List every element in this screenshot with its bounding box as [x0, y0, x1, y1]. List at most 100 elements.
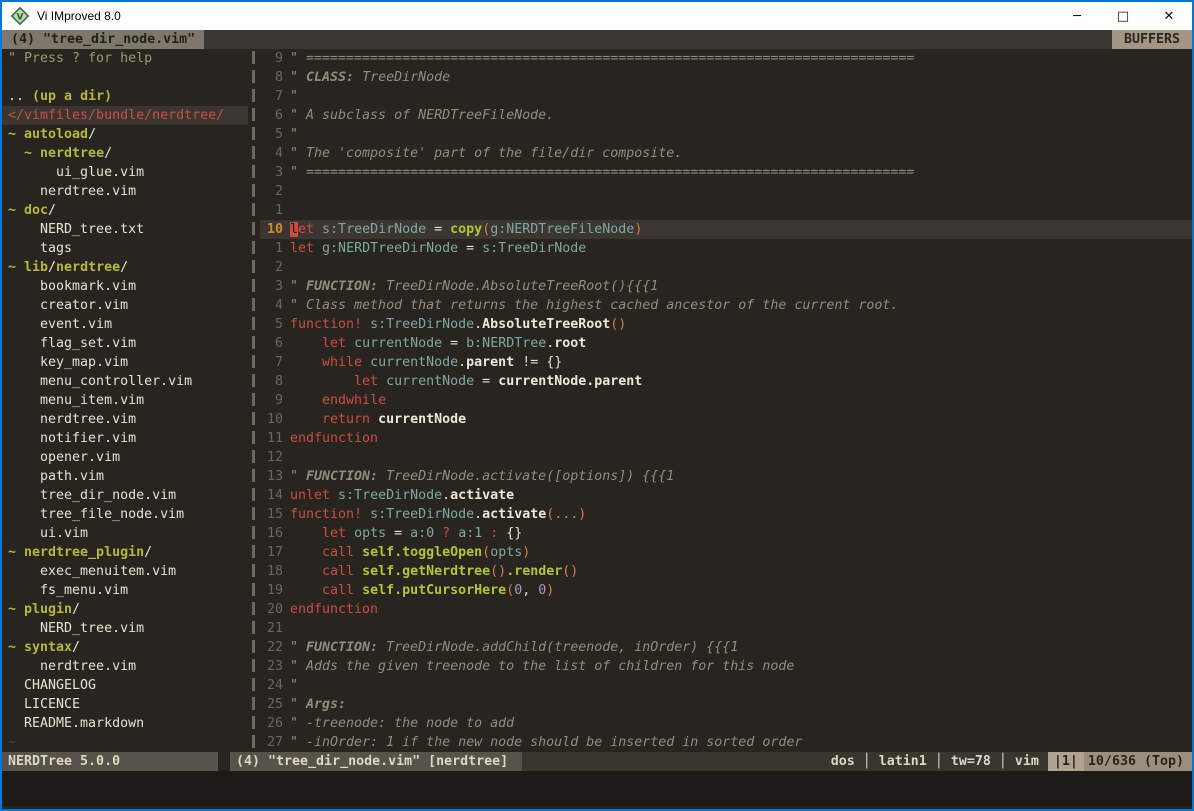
tree-item[interactable]: nerdtree.vim — [2, 410, 248, 429]
tree-item[interactable]: ~ doc/ — [2, 201, 248, 220]
code-line[interactable]: 2 — [260, 258, 1192, 277]
code-line[interactable]: 23" Adds the given treenode to the list … — [260, 657, 1192, 676]
tree-item[interactable]: path.vim — [2, 467, 248, 486]
line-number: 3 — [260, 163, 283, 182]
tree-item[interactable]: tags — [2, 239, 248, 258]
tree-item[interactable]: ui.vim — [2, 524, 248, 543]
line-number: 10 — [260, 410, 283, 429]
code-line[interactable]: 22" FUNCTION: TreeDirNode.addChild(treen… — [260, 638, 1192, 657]
line-number: 2 — [260, 258, 283, 277]
code-line[interactable]: 5" — [260, 125, 1192, 144]
tree-item[interactable]: ~ plugin/ — [2, 600, 248, 619]
code-line[interactable]: 2 — [260, 182, 1192, 201]
line-number: 16 — [260, 524, 283, 543]
line-number: 19 — [260, 581, 283, 600]
tree-item[interactable]: nerdtree.vim — [2, 182, 248, 201]
tree-item[interactable]: bookmark.vim — [2, 277, 248, 296]
tree-item[interactable]: exec_menuitem.vim — [2, 562, 248, 581]
code-line[interactable]: 12 — [260, 448, 1192, 467]
tree-item[interactable]: LICENCE — [2, 695, 248, 714]
tree-item[interactable]: nerdtree.vim — [2, 657, 248, 676]
tree-item[interactable]: ~ — [2, 733, 248, 752]
code-line[interactable]: 8 let currentNode = currentNode.parent — [260, 372, 1192, 391]
line-number: 6 — [260, 334, 283, 353]
main-area: " Press ? for help .. (up a dir)</vimfile… — [2, 49, 1192, 752]
line-number: 13 — [260, 467, 283, 486]
code-line[interactable]: 9" =====================================… — [260, 49, 1192, 68]
code-line[interactable]: 4" Class method that returns the highest… — [260, 296, 1192, 315]
code-line[interactable]: 21 — [260, 619, 1192, 638]
window-separator[interactable] — [248, 49, 260, 752]
tabline: (4) "tree_dir_node.vim" BUFFERS — [2, 30, 1192, 49]
tree-item[interactable]: ~ nerdtree/ — [2, 144, 248, 163]
maximize-button[interactable]: □ — [1100, 2, 1146, 30]
tree-item[interactable]: tree_file_node.vim — [2, 505, 248, 524]
line-number: 27 — [260, 733, 283, 752]
code-line[interactable]: 4" The 'composite' part of the file/dir … — [260, 144, 1192, 163]
tree-item[interactable]: NERD_tree.txt — [2, 220, 248, 239]
tree-item[interactable]: ~ syntax/ — [2, 638, 248, 657]
tree-item[interactable]: CHANGELOG — [2, 676, 248, 695]
code-line[interactable]: 16 let opts = a:0 ? a:1 : {} — [260, 524, 1192, 543]
tree-item[interactable]: " Press ? for help — [2, 49, 248, 68]
code-line[interactable]: 19 call self.putCursorHere(0, 0) — [260, 581, 1192, 600]
code-line[interactable]: 5function! s:TreeDirNode.AbsoluteTreeRoo… — [260, 315, 1192, 334]
code-line[interactable]: 15function! s:TreeDirNode.activate(...) — [260, 505, 1192, 524]
editor-panel: 9" =====================================… — [260, 49, 1192, 752]
code-line[interactable]: 20endfunction — [260, 600, 1192, 619]
tree-item[interactable] — [2, 68, 248, 87]
code-line[interactable]: 27" -inOrder: 1 if the new node should b… — [260, 733, 1192, 752]
buffers-label[interactable]: BUFFERS — [1112, 30, 1192, 49]
code-line[interactable]: 1 — [260, 201, 1192, 220]
code-line[interactable]: 25" Args: — [260, 695, 1192, 714]
line-number: 9 — [260, 49, 283, 68]
tree-item[interactable]: key_map.vim — [2, 353, 248, 372]
code-line[interactable]: 17 call self.toggleOpen(opts) — [260, 543, 1192, 562]
tree-item[interactable]: ~ lib/nerdtree/ — [2, 258, 248, 277]
minimize-button[interactable]: ─ — [1054, 2, 1100, 30]
vim-window: V Vi IMproved 8.0 ─ □ ✕ (4) "tree_dir_no… — [0, 0, 1194, 811]
tree-item[interactable]: ~ nerdtree_plugin/ — [2, 543, 248, 562]
close-button[interactable]: ✕ — [1146, 2, 1192, 30]
tree-item[interactable]: </vimfiles/bundle/nerdtree/ — [2, 106, 248, 125]
code-line[interactable]: 14unlet s:TreeDirNode.activate — [260, 486, 1192, 505]
tab-tree-dir-node[interactable]: (4) "tree_dir_node.vim" — [2, 30, 204, 49]
code-line[interactable]: 10 return currentNode — [260, 410, 1192, 429]
tree-item[interactable]: creator.vim — [2, 296, 248, 315]
command-line[interactable] — [2, 771, 1192, 806]
code-line[interactable]: 10let s:TreeDirNode = copy(g:NERDTreeFil… — [260, 220, 1192, 239]
code-line[interactable]: 11endfunction — [260, 429, 1192, 448]
tree-item[interactable]: ui_glue.vim — [2, 163, 248, 182]
code-line[interactable]: 6" A subclass of NERDTreeFileNode. — [260, 106, 1192, 125]
code-line[interactable]: 3" FUNCTION: TreeDirNode.AbsoluteTreeRoo… — [260, 277, 1192, 296]
tree-item[interactable]: menu_item.vim — [2, 391, 248, 410]
tree-item[interactable]: README.markdown — [2, 714, 248, 733]
tree-item[interactable]: flag_set.vim — [2, 334, 248, 353]
code-line[interactable]: 3" =====================================… — [260, 163, 1192, 182]
titlebar[interactable]: V Vi IMproved 8.0 ─ □ ✕ — [2, 2, 1192, 30]
code-line[interactable]: 18 call self.getNerdtree().render() — [260, 562, 1192, 581]
tree-item[interactable]: menu_controller.vim — [2, 372, 248, 391]
tree-item[interactable]: opener.vim — [2, 448, 248, 467]
line-number: 23 — [260, 657, 283, 676]
line-number: 17 — [260, 543, 283, 562]
tree-item[interactable]: ~ autoload/ — [2, 125, 248, 144]
code-line[interactable]: 7" — [260, 87, 1192, 106]
code-line[interactable]: 26" -treenode: the node to add — [260, 714, 1192, 733]
tree-item[interactable]: .. (up a dir) — [2, 87, 248, 106]
code-line[interactable]: 13" FUNCTION: TreeDirNode.activate([opti… — [260, 467, 1192, 486]
tree-item[interactable]: tree_dir_node.vim — [2, 486, 248, 505]
line-number: 8 — [260, 68, 283, 87]
code-line[interactable]: 6 let currentNode = b:NERDTree.root — [260, 334, 1192, 353]
tree-item[interactable]: fs_menu.vim — [2, 581, 248, 600]
code-line[interactable]: 8" CLASS: TreeDirNode — [260, 68, 1192, 87]
line-number: 26 — [260, 714, 283, 733]
line-number: 5 — [260, 315, 283, 334]
tree-item[interactable]: notifier.vim — [2, 429, 248, 448]
code-line[interactable]: 1let g:NERDTreeDirNode = s:TreeDirNode — [260, 239, 1192, 258]
tree-item[interactable]: event.vim — [2, 315, 248, 334]
tree-item[interactable]: NERD_tree.vim — [2, 619, 248, 638]
code-line[interactable]: 24" — [260, 676, 1192, 695]
code-line[interactable]: 7 while currentNode.parent != {} — [260, 353, 1192, 372]
code-line[interactable]: 9 endwhile — [260, 391, 1192, 410]
